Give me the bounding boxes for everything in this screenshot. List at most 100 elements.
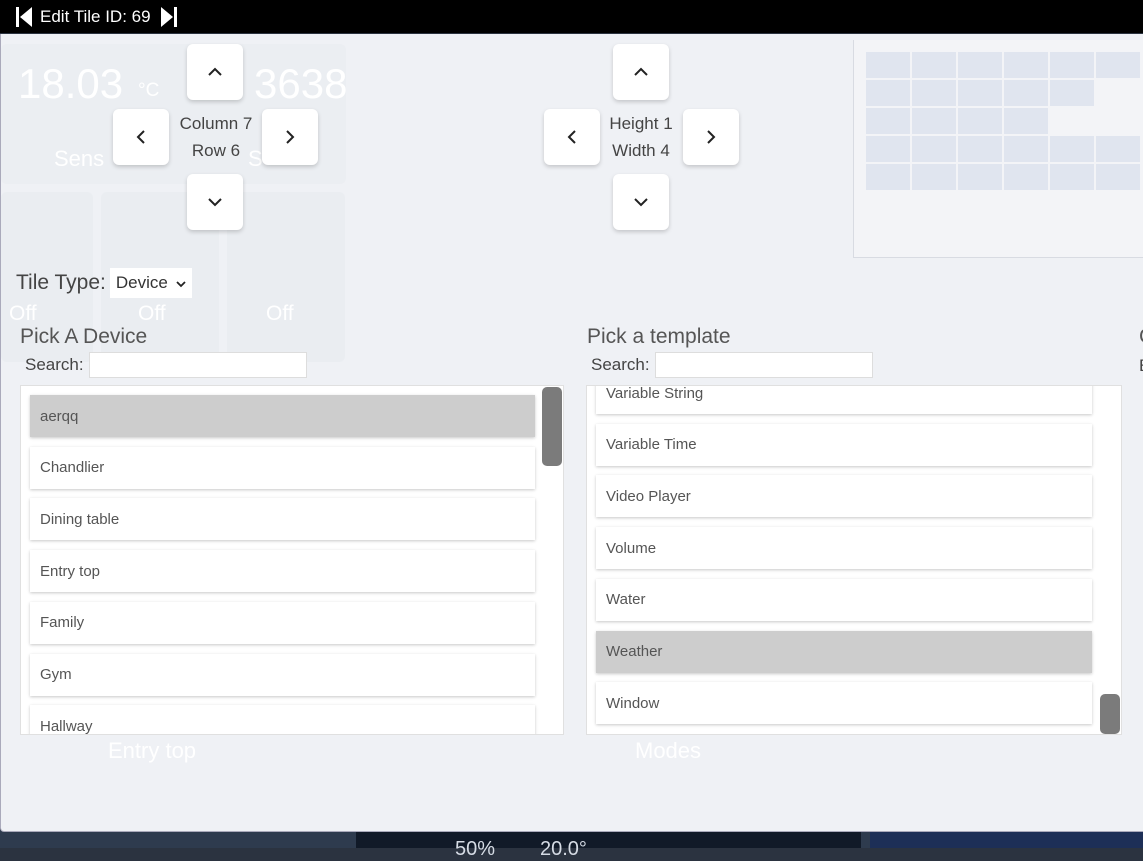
grid-cell xyxy=(1050,52,1094,78)
grid-cell xyxy=(1004,136,1048,162)
grid-cell xyxy=(866,80,910,106)
background-switch-state: Off xyxy=(266,302,294,325)
background-label: Entry top xyxy=(108,738,197,763)
device-list-scrollbar[interactable] xyxy=(542,387,562,466)
template-list-item[interactable]: Water xyxy=(596,578,1092,621)
device-list-item[interactable]: Chandlier xyxy=(30,446,535,489)
tile-type-value: Device xyxy=(115,273,168,292)
move-left-button[interactable] xyxy=(113,109,169,165)
template-list-item[interactable]: Window xyxy=(596,682,1092,725)
background-switch-state: Off xyxy=(9,302,37,325)
template-picker-title: Pick a template xyxy=(587,325,731,348)
grid-cell xyxy=(866,52,910,78)
grid-cell xyxy=(1096,52,1140,78)
width-increase-button[interactable] xyxy=(683,109,739,165)
move-right-button[interactable] xyxy=(262,109,318,165)
background-number: 3638 xyxy=(254,60,348,107)
grid-cell xyxy=(1050,136,1094,162)
template-search-input[interactable] xyxy=(654,352,873,378)
background-readout: 50% xyxy=(455,838,496,860)
grid-cell xyxy=(1096,136,1140,162)
template-list-item[interactable]: Volume xyxy=(596,527,1092,570)
chevron-down-icon xyxy=(176,273,186,293)
device-list-item[interactable]: Dining table xyxy=(30,498,535,541)
template-list-item[interactable]: Weather xyxy=(596,630,1092,673)
device-picker-title: Pick A Device xyxy=(20,325,148,348)
chevron-right-icon xyxy=(286,130,295,144)
grid-preview xyxy=(853,40,1143,258)
grid-cell xyxy=(1050,80,1094,106)
background-label: Sens xyxy=(54,146,105,171)
title-bar: Edit Tile ID: 69 xyxy=(0,0,1143,33)
grid-cell xyxy=(1004,80,1048,106)
move-down-button[interactable] xyxy=(187,174,243,230)
template-list-item[interactable]: Video Player xyxy=(596,475,1092,518)
tile-type-label: Tile Type: xyxy=(16,271,106,294)
size-readout: Height 1 Width 4 xyxy=(601,110,681,164)
background-tile xyxy=(356,830,861,848)
grid-cell xyxy=(866,136,910,162)
grid-cell xyxy=(912,164,956,190)
chevron-left-icon xyxy=(136,130,145,144)
chevron-up-icon xyxy=(634,67,648,76)
background-temperature-unit: °C xyxy=(138,80,160,101)
device-search-row: Search: xyxy=(25,352,307,378)
device-list-item[interactable]: Entry top xyxy=(30,550,535,593)
device-list-item[interactable]: Gym xyxy=(30,653,535,696)
grid-cell xyxy=(912,52,956,78)
template-list-item[interactable]: Variable String xyxy=(596,386,1092,414)
chevron-down-icon xyxy=(634,198,648,207)
chevron-left-icon xyxy=(567,130,576,144)
device-list-item[interactable]: Hallway xyxy=(30,705,535,734)
grid-cell xyxy=(1050,164,1094,190)
template-list-item[interactable]: Variable Time xyxy=(596,423,1092,466)
grid-cell xyxy=(1004,52,1048,78)
background-card xyxy=(227,192,345,362)
skip-next-icon xyxy=(160,6,177,27)
position-readout: Column 7 Row 6 xyxy=(171,110,261,164)
grid-cell xyxy=(866,164,910,190)
background-temperature: 18.03 xyxy=(18,60,124,107)
tile-type-row: Tile Type: Device xyxy=(16,268,192,298)
device-list-item[interactable]: Family xyxy=(30,601,535,644)
device-list[interactable]: Hallway Gym Family Entry top Dining table Cha… xyxy=(20,385,564,735)
grid-cell xyxy=(958,164,1002,190)
template-search-label: Search: xyxy=(591,355,650,374)
grid-cell xyxy=(958,80,1002,106)
cut-off-title: C xyxy=(1139,325,1143,349)
grid-cell xyxy=(912,108,956,134)
device-search-input[interactable] xyxy=(88,352,307,378)
dialog-title: Edit Tile ID: 69 xyxy=(40,6,151,26)
background-label: Modes xyxy=(635,738,702,763)
template-list[interactable]: Window Weather Water Volume Video Player Vari… xyxy=(586,385,1122,735)
grid-cell xyxy=(1004,108,1048,134)
column-label: Column 7 xyxy=(179,114,253,133)
grid-cell xyxy=(1096,164,1140,190)
background-switch-state: Off xyxy=(138,302,166,325)
edit-tile-panel: 18.03 °C 3638 Sens S Off Off Off Entry t… xyxy=(0,34,1143,832)
row-label: Row 6 xyxy=(191,141,241,160)
device-search-label: Search: xyxy=(25,355,84,374)
skip-previous-icon xyxy=(16,6,32,27)
height-decrease-button[interactable] xyxy=(613,44,669,100)
grid-cell xyxy=(1004,164,1048,190)
device-list-item[interactable]: aerqq xyxy=(30,395,535,437)
height-label: Height 1 xyxy=(609,114,673,133)
chevron-down-icon xyxy=(208,198,222,207)
grid-cell xyxy=(912,136,956,162)
next-tile-button[interactable] xyxy=(159,5,179,29)
tile-type-select[interactable]: Device xyxy=(109,268,192,298)
chevron-right-icon xyxy=(707,130,716,144)
grid-cell xyxy=(866,108,910,134)
template-search-row: Search: xyxy=(591,352,873,378)
grid-cell xyxy=(912,80,956,106)
move-up-button[interactable] xyxy=(187,44,243,100)
previous-tile-button[interactable] xyxy=(14,5,34,29)
chevron-up-icon xyxy=(208,67,222,76)
template-list-scrollbar[interactable] xyxy=(1100,694,1120,734)
grid-cell xyxy=(958,52,1002,78)
height-increase-button[interactable] xyxy=(613,174,669,230)
width-decrease-button[interactable] xyxy=(544,109,600,165)
background-tile xyxy=(870,830,1143,848)
width-label: Width 4 xyxy=(612,141,670,160)
